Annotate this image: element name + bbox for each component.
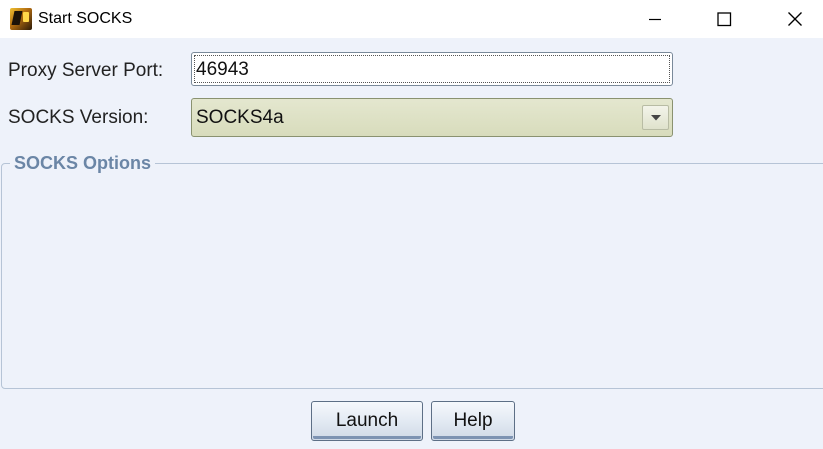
minimize-icon <box>649 18 661 21</box>
start-socks-dialog: Start SOCKS Proxy Server Port: 46943 SOC… <box>0 0 823 449</box>
maximize-icon <box>717 12 732 27</box>
socks-version-value: SOCKS4a <box>196 107 284 128</box>
socks-version-select[interactable]: SOCKS4a <box>191 98 673 137</box>
proxy-port-label: Proxy Server Port: <box>8 60 164 81</box>
launch-button[interactable]: Launch <box>311 401 423 441</box>
help-button[interactable]: Help <box>431 401 515 441</box>
minimize-button[interactable] <box>632 0 678 38</box>
chevron-down-icon <box>650 114 661 120</box>
dropdown-button[interactable] <box>642 105 669 130</box>
socks-version-label: SOCKS Version: <box>8 107 149 128</box>
socks-options-group <box>1 163 823 389</box>
proxy-port-value: 46943 <box>196 59 249 80</box>
window-title: Start SOCKS <box>38 10 133 27</box>
close-button[interactable] <box>772 0 818 38</box>
close-icon <box>788 12 802 26</box>
socks-options-title: SOCKS Options <box>10 152 156 174</box>
app-logo-icon <box>10 8 32 30</box>
proxy-port-input[interactable]: 46943 <box>191 52 673 86</box>
maximize-button[interactable] <box>701 0 747 38</box>
title-bar[interactable]: Start SOCKS <box>0 0 823 38</box>
focus-ring <box>194 55 670 83</box>
